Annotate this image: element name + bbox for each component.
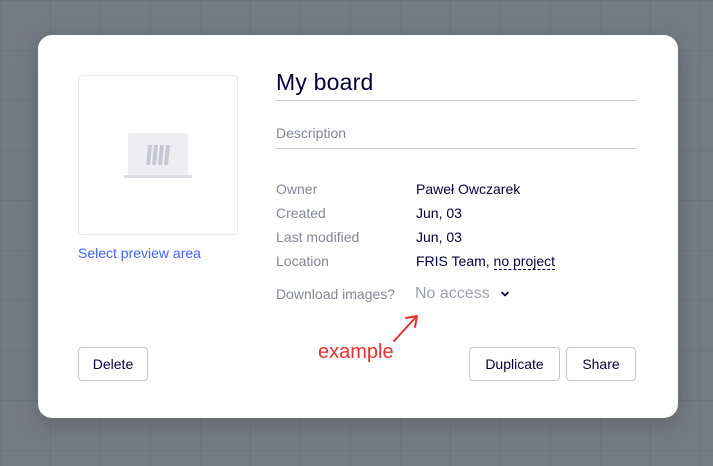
board-description-input[interactable]: Description [276,125,636,149]
info-value: FRIS Team, no project [416,253,556,270]
info-value: Jun, 03 [416,229,462,245]
select-preview-area-link[interactable]: Select preview area [78,245,201,261]
info-value: Paweł Owczarek [416,181,521,197]
board-info-list: Owner Paweł Owczarek Created Jun, 03 Las… [276,177,656,273]
info-key: Created [276,205,326,221]
annotation-label: example [318,341,394,363]
info-row-location: Location FRIS Team, no project [276,249,656,273]
board-title-input[interactable]: My board [276,69,636,101]
board-placeholder-icon [124,133,192,178]
download-images-label: Download images? [276,286,396,302]
download-images-row: Download images? No access [276,285,510,303]
share-button[interactable]: Share [566,347,636,381]
chevron-down-icon [500,291,509,297]
board-info-modal: Select preview area My board Description… [38,35,678,418]
info-row-owner: Owner Paweł Owczarek [276,177,656,201]
info-key: Owner [276,181,318,197]
delete-button[interactable]: Delete [78,347,148,381]
info-key: Last modified [276,229,360,245]
download-images-select[interactable]: No access [415,285,510,303]
duplicate-button[interactable]: Duplicate [469,347,560,381]
info-value: Jun, 03 [416,205,462,221]
location-team: FRIS Team, [416,253,490,269]
info-row-created: Created Jun, 03 [276,201,656,225]
info-key: Location [276,253,329,269]
board-preview-thumbnail[interactable] [78,75,238,235]
annotation-arrow-icon [393,315,418,342]
location-project-link[interactable]: no project [493,253,556,270]
info-row-last-modified: Last modified Jun, 03 [276,225,656,249]
download-images-value: No access [415,285,490,302]
